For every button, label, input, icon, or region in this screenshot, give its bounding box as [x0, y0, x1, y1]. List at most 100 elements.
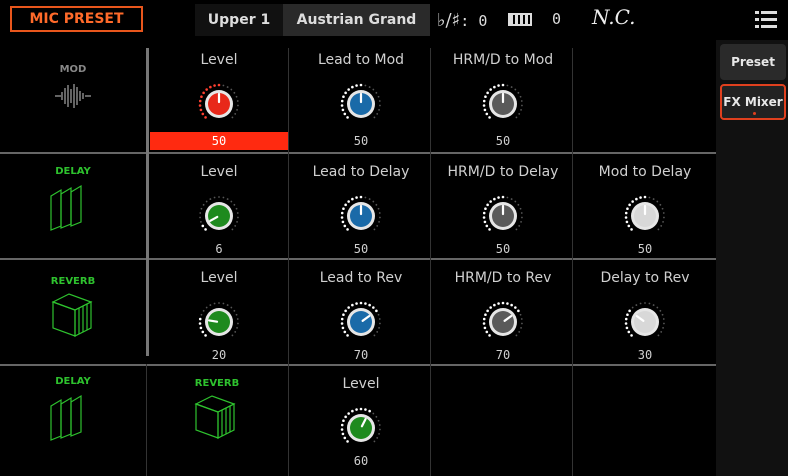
fx-reverb-button[interactable]: REVERB: [0, 260, 146, 364]
knob-tick: [661, 207, 664, 210]
knob-tick: [631, 200, 634, 203]
knob[interactable]: [197, 300, 241, 344]
knob-value[interactable]: 50: [432, 134, 574, 148]
knob-tick: [515, 116, 518, 119]
knob-tick: [662, 212, 665, 214]
knob-cell: Level 50: [148, 40, 290, 150]
knob-tick: [482, 104, 486, 107]
knob-tick: [205, 306, 208, 309]
key-signature[interactable]: ♭/♯: 0: [437, 10, 487, 31]
knob-tick: [379, 428, 381, 431]
knob-tick: [497, 302, 500, 305]
knob-tick: [340, 322, 344, 325]
knob-tick: [237, 104, 239, 107]
fx-label: DELAY: [55, 166, 91, 177]
knob-tick: [506, 302, 509, 305]
knob-value[interactable]: 50: [290, 242, 432, 256]
mod-waveform-icon: [55, 84, 91, 108]
knob-tick: [515, 334, 518, 337]
knob-value[interactable]: 50: [290, 134, 432, 148]
knob-tick: [517, 91, 520, 94]
knob-tick: [520, 318, 523, 320]
knob-tick: [234, 225, 237, 227]
knob-tick: [514, 306, 517, 309]
knob-value[interactable]: 6: [148, 242, 290, 256]
knob-tick: [627, 224, 631, 228]
knob-value[interactable]: 70: [432, 348, 574, 362]
knob-tick: [484, 207, 487, 211]
knob-tick: [237, 216, 239, 219]
knob-tick: [234, 113, 237, 115]
fx-delay-button[interactable]: DELAY: [0, 366, 146, 476]
knob[interactable]: [339, 300, 383, 344]
knob-tick: [236, 100, 239, 102]
knob-value[interactable]: 20: [148, 348, 290, 362]
fx-mod-button[interactable]: MOD: [0, 40, 146, 152]
menu-icon[interactable]: [755, 11, 777, 29]
sidebar-item-preset[interactable]: Preset: [720, 44, 786, 80]
knob[interactable]: [623, 194, 667, 238]
knob-cell: HRM/D to Rev 70: [432, 260, 574, 370]
knob-tick: [236, 220, 238, 223]
knob-tick: [226, 198, 229, 200]
knob[interactable]: [339, 82, 383, 126]
knob-value[interactable]: 70: [290, 348, 432, 362]
knob-tick: [375, 203, 378, 206]
knob-tick: [355, 408, 358, 411]
knob-tick: [199, 212, 202, 214]
fx-label: REVERB: [50, 276, 96, 287]
knob-tick: [198, 317, 202, 321]
part-selector[interactable]: Upper 1: [195, 4, 283, 36]
knob-tick: [341, 432, 345, 436]
page-title[interactable]: MIC PRESET: [10, 6, 143, 32]
knob-label: Lead to Rev: [319, 270, 403, 286]
knob-tick: [213, 302, 216, 305]
knob-value[interactable]: 50: [148, 134, 290, 148]
knob-value[interactable]: 50: [432, 242, 574, 256]
knob-tick: [222, 302, 225, 305]
knob[interactable]: [197, 82, 241, 126]
knob-tick: [628, 203, 631, 207]
knob-tick: [483, 108, 487, 112]
knob-tick: [234, 331, 237, 333]
knob-value[interactable]: 50: [574, 242, 716, 256]
knob[interactable]: [197, 194, 241, 238]
knob-tick: [482, 216, 486, 219]
knob[interactable]: [481, 194, 525, 238]
knob-cell: Lead to Delay 50: [290, 154, 432, 264]
knob[interactable]: [623, 300, 667, 344]
fx-reverb-button[interactable]: REVERB: [146, 366, 288, 476]
fx-delay-button[interactable]: DELAY: [0, 154, 146, 258]
knob-tick: [652, 198, 655, 200]
knob-tick: [378, 212, 381, 214]
sidebar-item-fx-mixer[interactable]: FX Mixer: [720, 84, 786, 120]
knob-tick: [209, 85, 212, 89]
knob-tick: [204, 116, 207, 119]
knob-tick: [624, 317, 628, 321]
knob-tick: [662, 326, 664, 329]
knob-tick: [236, 212, 239, 214]
transpose-value[interactable]: 0: [552, 10, 561, 28]
knob-label: Delay to Rev: [600, 270, 690, 286]
knob-tick: [493, 197, 496, 201]
knob-tick: [493, 303, 496, 307]
knob-label: Mod to Delay: [598, 164, 692, 180]
knob-tick: [351, 409, 354, 413]
knob-tick: [199, 326, 203, 330]
knob-tick: [364, 408, 367, 411]
knob[interactable]: [481, 82, 525, 126]
sound-name[interactable]: Austrian Grand: [283, 4, 430, 36]
knob-tick: [639, 196, 642, 199]
knob[interactable]: [339, 194, 383, 238]
knob[interactable]: [339, 406, 383, 450]
knob-value[interactable]: 60: [290, 454, 432, 468]
knob-tick: [213, 84, 216, 87]
knob-value[interactable]: 30: [574, 348, 716, 362]
knob-tick: [355, 84, 358, 87]
knob-tick: [218, 302, 220, 304]
knob-tick: [343, 224, 347, 228]
knob-tick: [236, 326, 238, 329]
knob[interactable]: [481, 300, 525, 344]
knob-tick: [488, 116, 491, 119]
knob-tick: [485, 330, 489, 334]
